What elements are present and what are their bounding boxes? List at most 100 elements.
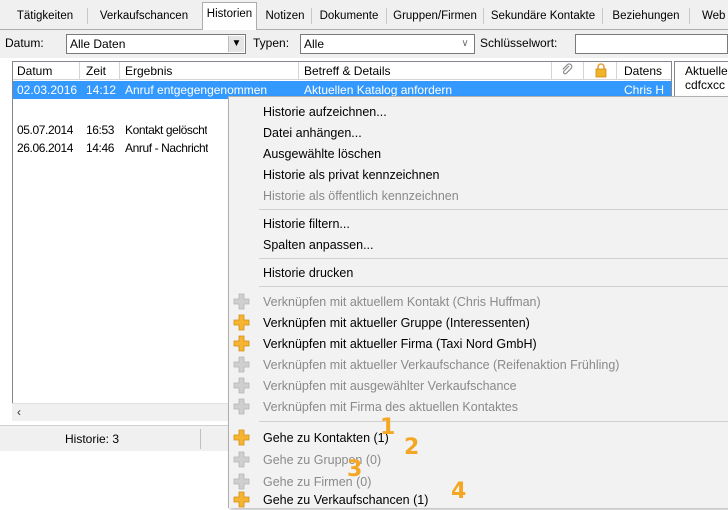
tab-taetigkeiten[interactable]: Tätigkeiten [4, 5, 86, 30]
row-record: Chris H [624, 83, 665, 97]
tab-separator [483, 8, 484, 24]
chevron-down-icon[interactable]: ∨ [457, 36, 473, 52]
tab-dokumente[interactable]: Dokumente [313, 5, 385, 30]
menu-item-link-company[interactable]: Verknüpfen mit aktueller Firma (Taxi Nor… [229, 333, 728, 354]
grid-header: Datum Zeit Ergebnis Betreff & Details Da… [13, 62, 671, 80]
menu-item-label: Ausgewählte löschen [263, 147, 382, 161]
plus-icon [233, 377, 250, 394]
scroll-left-icon[interactable]: ‹ [17, 405, 21, 419]
keyword-label: Schlüsselwort: [480, 36, 558, 50]
row-date: 02.03.2016 [17, 83, 78, 97]
menu-separator [259, 421, 728, 422]
menu-item-label: Verknüpfen mit aktuellem Kontakt (Chris … [263, 295, 541, 309]
menu-item-customize-columns[interactable]: Spalten anpassen... [229, 234, 728, 255]
menu-item-label: Spalten anpassen... [263, 238, 374, 252]
menu-separator [259, 258, 728, 259]
filter-bar: Datum: Alle Daten ▼ Typen: Alle ∨ Schlüs… [0, 30, 728, 58]
plus-icon [233, 335, 250, 352]
menu-item-label: Historie drucken [263, 266, 354, 280]
menu-item-goto-groups: Gehe zu Gruppen (0) [229, 449, 728, 470]
column-divider[interactable] [616, 62, 617, 80]
row-result: Anruf - Nachricht [125, 141, 209, 155]
annotation-number: 2 [404, 435, 420, 460]
row-result: Kontakt gelöscht [125, 123, 208, 137]
type-filter-value: Alle [304, 37, 325, 51]
tab-separator [87, 8, 88, 24]
menu-item-link-contact-company: Verknüpfen mit Firma des aktuellen Konta… [229, 396, 728, 417]
menu-item-goto-opportunities[interactable]: Gehe zu Verkaufschancen (1) [229, 489, 728, 510]
column-divider[interactable] [119, 62, 120, 80]
plus-icon [233, 451, 250, 468]
column-divider[interactable] [551, 62, 552, 80]
annotation-number: 1 [380, 415, 396, 440]
tab-verkaufschancen[interactable]: Verkaufschancen [89, 5, 199, 30]
column-divider[interactable] [298, 62, 299, 80]
side-panel-title: Aktuelle [685, 64, 728, 78]
menu-item-label: Gehe zu Verkaufschancen (1) [263, 493, 429, 507]
row-date: 26.06.2014 [17, 141, 74, 155]
tab-separator [602, 8, 603, 24]
annotation-number: 3 [347, 457, 363, 482]
menu-item-mark-private[interactable]: Historie als privat kennzeichnen [229, 164, 728, 185]
menu-item-link-selected-opportunity: Verknüpfen mit ausgewählter Verkaufschan… [229, 375, 728, 396]
column-header-result[interactable]: Ergebnis [125, 64, 172, 78]
column-header-date[interactable]: Datum [17, 64, 52, 78]
menu-item-attach-file[interactable]: Datei anhängen... [229, 122, 728, 143]
menu-item-label: Verknüpfen mit Firma des aktuellen Konta… [263, 400, 518, 414]
menu-item-goto-contacts[interactable]: Gehe zu Kontakten (1) [229, 427, 728, 448]
column-header-time[interactable]: Zeit [86, 64, 106, 78]
tab-gruppen-firmen[interactable]: Gruppen/Firmen [388, 5, 482, 30]
history-count: Historie: 3 [65, 432, 120, 446]
plus-icon [233, 473, 250, 490]
row-time: 14:46 [86, 141, 115, 155]
column-divider[interactable] [79, 62, 80, 80]
tab-separator [386, 8, 387, 24]
tab-web[interactable]: Web [691, 5, 728, 30]
column-header-record[interactable]: Datens [624, 64, 662, 78]
plus-icon [233, 398, 250, 415]
tab-sekundaere-kontakte[interactable]: Sekundäre Kontakte [485, 5, 601, 30]
tab-separator [311, 8, 312, 24]
row-time: 14:12 [86, 83, 117, 97]
menu-item-label: Verknüpfen mit aktueller Verkaufschance … [263, 358, 620, 372]
keyword-input[interactable] [575, 34, 728, 54]
menu-item-link-group[interactable]: Verknüpfen mit aktueller Gruppe (Interes… [229, 312, 728, 333]
tab-separator [689, 8, 690, 24]
menu-item-label: Verknüpfen mit aktueller Firma (Taxi Nor… [263, 337, 537, 351]
type-filter-label: Typen: [253, 36, 290, 50]
menu-item-print-history[interactable]: Historie drucken [229, 262, 728, 283]
lock-icon[interactable] [594, 62, 608, 81]
paperclip-icon[interactable] [560, 63, 574, 80]
menu-item-label: Historie aufzeichnen... [263, 105, 387, 119]
menu-item-link-opportunity: Verknüpfen mit aktueller Verkaufschance … [229, 354, 728, 375]
plus-icon [233, 314, 250, 331]
menu-item-record-history[interactable]: Historie aufzeichnen... [229, 101, 728, 122]
tab-notizen[interactable]: Notizen [260, 5, 310, 30]
horizontal-scrollbar[interactable]: ‹ [12, 403, 228, 421]
row-time: 16:53 [86, 123, 115, 137]
column-header-subject[interactable]: Betreff & Details [304, 64, 390, 78]
menu-item-label: Gehe zu Gruppen (0) [263, 453, 382, 467]
chevron-down-icon[interactable]: ▼ [228, 36, 244, 52]
menu-item-label: Verknüpfen mit aktueller Gruppe (Interes… [263, 316, 530, 330]
tab-beziehungen[interactable]: Beziehungen [604, 5, 688, 30]
menu-item-label: Historie als öffentlich kennzeichnen [263, 189, 459, 203]
menu-item-label: Datei anhängen... [263, 126, 362, 140]
menu-item-delete-selected[interactable]: Ausgewählte löschen [229, 143, 728, 164]
date-filter-value: Alle Daten [70, 37, 126, 51]
menu-item-label: Historie als privat kennzeichnen [263, 168, 440, 182]
plus-icon [233, 356, 250, 373]
menu-item-mark-public: Historie als öffentlich kennzeichnen [229, 185, 728, 206]
tab-historien[interactable]: Historien [202, 2, 257, 31]
column-divider[interactable] [583, 62, 584, 80]
menu-item-label: Verknüpfen mit ausgewählter Verkaufschan… [263, 379, 517, 393]
side-panel-text: cdfcxcc [685, 78, 726, 92]
plus-icon [233, 293, 250, 310]
row-result: Anruf entgegengenommen [125, 83, 268, 97]
type-filter-select[interactable]: Alle ∨ [300, 34, 475, 54]
menu-item-label: Historie filtern... [263, 217, 350, 231]
date-filter-select[interactable]: Alle Daten ▼ [66, 34, 246, 54]
menu-separator [259, 286, 728, 287]
tab-bar: Tätigkeiten Verkaufschancen Historien No… [0, 0, 728, 31]
menu-item-filter-history[interactable]: Historie filtern... [229, 213, 728, 234]
